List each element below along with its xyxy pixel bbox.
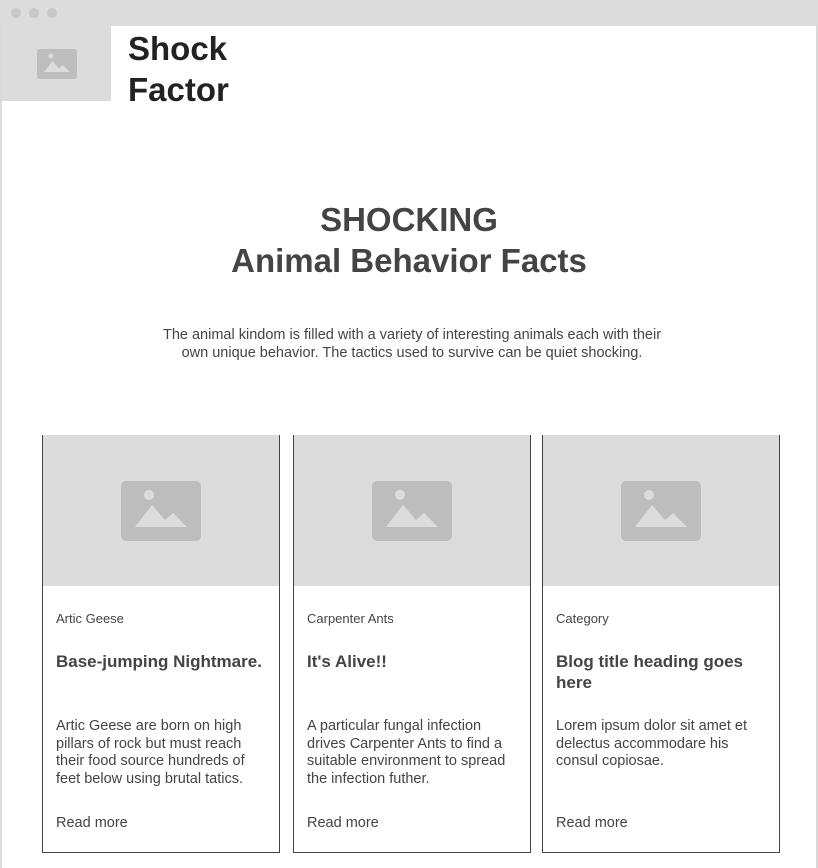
read-more-link[interactable]: Read more [556,815,628,831]
card-excerpt: Lorem ipsum dolor sit amet et delectus a… [556,718,747,769]
card-category: Category [556,611,609,626]
card-title[interactable]: Blog title heading goes here [556,651,773,693]
read-more-link[interactable]: Read more [56,815,128,831]
card-excerpt: Artic Geese are born on high pillars of … [56,718,245,787]
hero-title-line-2: Animal Behavior Facts [231,242,587,279]
image-icon [372,480,452,541]
card-excerpt: A particular fungal infection drives Car… [307,718,506,787]
logo-image-placeholder[interactable] [2,26,111,101]
read-more-link[interactable]: Read more [307,815,379,831]
card-title[interactable]: It's Alive!! [307,651,524,672]
blog-card: Category Blog title heading goes here Lo… [542,435,780,853]
card-title[interactable]: Base-jumping Nightmare. [56,651,273,672]
card-image-placeholder[interactable] [43,435,279,586]
brand-line-2: Factor [128,71,229,108]
window-minimize-dot[interactable] [29,8,39,18]
window-titlebar [0,0,818,26]
window-maximize-dot[interactable] [47,8,57,18]
window-close-dot[interactable] [11,8,21,18]
brand-line-1: Shock [128,30,228,67]
card-category: Artic Geese [56,611,124,626]
card-image-placeholder[interactable] [294,435,530,586]
image-icon [36,48,77,79]
image-icon [121,480,201,541]
card-category: Carpenter Ants [307,611,394,626]
blog-card: Artic Geese Base-jumping Nightmare. Arti… [42,435,280,853]
image-icon [621,480,701,541]
hero-title-line-1: SHOCKING [320,201,498,238]
hero-intro-text: The animal kindom is filled with a varie… [162,327,662,361]
brand-name[interactable]: Shock Factor [128,28,229,110]
card-image-placeholder[interactable] [543,435,779,586]
blog-card: Carpenter Ants It's Alive!! A particular… [293,435,531,853]
